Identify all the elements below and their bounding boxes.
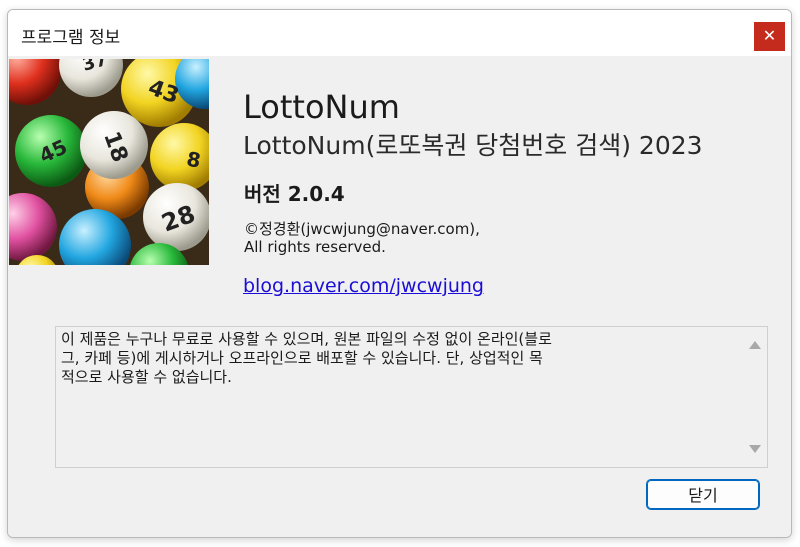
title-bar: 프로그램 정보 ✕ bbox=[8, 10, 791, 56]
window-close-button[interactable]: ✕ bbox=[754, 22, 785, 51]
window-title: 프로그램 정보 bbox=[21, 28, 121, 48]
description-textbox[interactable]: 이 제품은 누구나 무료로 사용할 수 있으며, 원본 파일의 수정 없이 온라… bbox=[55, 326, 768, 468]
app-name: LottoNum bbox=[243, 88, 400, 126]
version-label: 버전 2.0.4 bbox=[244, 182, 345, 206]
scroll-down-arrow-icon[interactable] bbox=[749, 445, 761, 453]
description-text: 이 제품은 누구나 무료로 사용할 수 있으며, 원본 파일의 수정 없이 온라… bbox=[61, 330, 552, 386]
copyright-line-2: All rights reserved. bbox=[244, 238, 386, 256]
lottery-balls-image: 43 37 18 45 28 8 bbox=[9, 59, 209, 265]
close-button[interactable]: 닫기 bbox=[646, 479, 760, 510]
app-subtitle: LottoNum(로또복권 당첨번호 검색) 2023 bbox=[243, 131, 703, 160]
scroll-up-arrow-icon[interactable] bbox=[749, 341, 761, 349]
about-dialog: 프로그램 정보 ✕ 43 37 18 45 28 8 LottoNum Lott… bbox=[7, 9, 792, 538]
dialog-body: 43 37 18 45 28 8 LottoNum LottoNum(로또복권 … bbox=[8, 56, 791, 537]
blog-link[interactable]: blog.naver.com/jwcwjung bbox=[243, 275, 484, 297]
copyright-line-1: ©정경환(jwcwjung@naver.com), bbox=[244, 220, 480, 238]
vertical-scrollbar[interactable] bbox=[743, 327, 767, 467]
close-icon: ✕ bbox=[762, 26, 777, 45]
copyright-text: ©정경환(jwcwjung@naver.com), All rights res… bbox=[244, 220, 480, 256]
